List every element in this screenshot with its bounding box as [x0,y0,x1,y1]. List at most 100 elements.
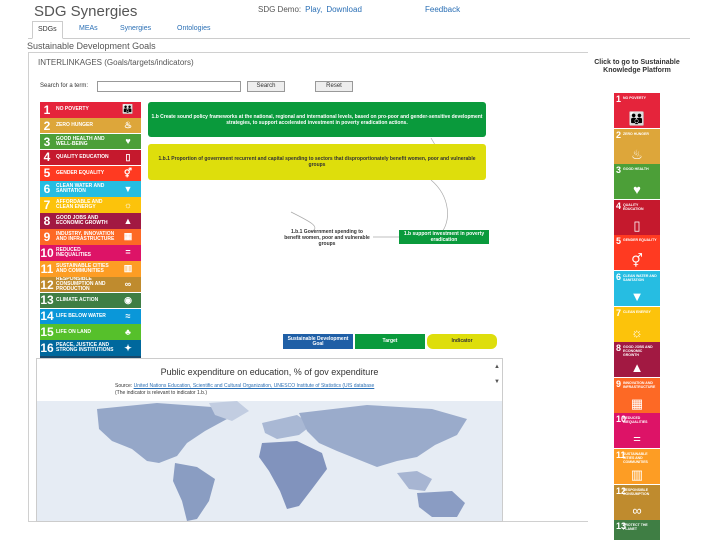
infinity-icon: ∞ [632,502,642,518]
sdg-goal-10[interactable]: 10 Reduced Inequalities = [40,245,141,261]
goal-name: Sustainable Cities and Communities [623,451,648,464]
goal-number: 9 [616,378,622,389]
water-icon: ▼ [123,183,133,194]
goal-name: Clean Energy [623,309,651,314]
scroll-up-icon[interactable]: ▲ [494,364,500,370]
platform-goal-5[interactable]: 5 Gender Equality ⚥ [614,235,660,271]
sdg-goal-1[interactable]: 1 No Poverty 👪 [40,102,141,118]
sdg-goal-2[interactable]: 2 Zero Hunger ♨ [40,117,141,134]
goal-number: 14 [40,309,54,324]
sdg-goal-14[interactable]: 14 Life Below Water ≈ [40,308,141,325]
source-link[interactable]: United Nations Education, Scientific and… [134,383,375,389]
goal-number: 12 [40,277,54,292]
goal-number: 15 [40,325,54,340]
tab-sdgs[interactable]: SDGs [32,21,63,39]
goal-number: 7 [43,198,51,213]
goal-name: Quality Education [623,202,644,211]
platform-goal-7[interactable]: 7 Clean Energy ☼ [614,306,660,342]
equal-icon: = [633,431,641,447]
platform-goal-11[interactable]: 11 Sustainable Cities and Communities ▥ [614,448,660,484]
sdg-goal-3[interactable]: 3 Good Health and Well-Being ♥ [40,133,141,150]
tab-synergies[interactable]: Synergies [115,21,156,39]
dove-icon: ✦ [124,342,132,353]
target-box[interactable]: 1.b Create sound policy frameworks at th… [148,102,486,137]
goal-number: 16 [40,341,54,356]
goal-name: Good Jobs and Economic Growth [56,215,108,227]
goal-number: 7 [616,307,622,318]
scroll-down-icon[interactable]: ▼ [494,379,500,385]
map-title: Public expenditure on education, % of go… [160,367,379,377]
tab-ontologies[interactable]: Ontologies [172,21,215,39]
feedback-link[interactable]: Feedback [425,5,460,14]
sdg-goal-16[interactable]: 16 Peace, Justice and Strong Institutions… [40,340,141,356]
goal-number: 5 [43,166,51,181]
section-title: Sustainable Development Goals [27,41,156,51]
download-link[interactable]: Download [326,5,362,14]
goal-number: 11 [40,261,54,276]
platform-goal-1[interactable]: 1 No Poverty 👪 [614,93,660,128]
sdg-goal-5[interactable]: 5 Gender Equality ⚥ [40,165,141,182]
platform-goal-3[interactable]: 3 Good Health ♥ [614,164,660,200]
goal-name: Life on Land [56,328,91,335]
people-icon: 👪 [122,104,134,115]
sdg-goal-4[interactable]: 4 Quality Education ▯ [40,149,141,166]
indicator-node[interactable]: 1.b.1 Government spending to benefit wom… [281,227,373,249]
tab-meas[interactable]: MEAs [74,21,103,39]
sun-icon: ☼ [631,324,643,340]
search-input[interactable] [97,81,241,92]
eye-icon: ◉ [124,294,132,305]
search-label: Search for a term: [40,83,89,89]
goal-name: Life Below Water [56,312,106,319]
legend-target: Target [355,334,425,349]
bowl-icon: ♨ [123,120,133,131]
sdg-goal-13[interactable]: 13 Climate Action ◉ [40,292,141,309]
goal-name: Climate Action [56,296,99,303]
goal-name: Reduced Inequalities [56,246,92,258]
platform-goal-6[interactable]: 6 Clean Water and Sanitation ▼ [614,270,660,306]
interlinkage-diagram: 1.b Create sound policy frameworks at th… [141,102,502,350]
heartbeat-icon: ♥ [125,136,131,147]
sdg-goal-8[interactable]: 8 Good Jobs and Economic Growth ▲ [40,213,141,229]
platform-goal-12[interactable]: 12 Responsible Consumption ∞ [614,484,660,520]
platform-goal-9[interactable]: 9 Innovation and Infrastructure ▦ [614,377,660,413]
demo-links: SDG Demo: Play, Download [258,5,366,14]
platform-goal-13[interactable]: 13Protect the Planet◉ [614,520,660,540]
goal-number: 8 [43,214,51,229]
target-node[interactable]: 1.b support investment in poverty eradic… [399,230,489,244]
platform-goal-4[interactable]: 4 Quality Education ▯ [614,199,660,235]
source-label: Source: [115,383,133,389]
play-link[interactable]: Play, [305,5,322,14]
map-panel: Public expenditure on education, % of go… [36,358,503,522]
sun-icon: ☼ [123,199,133,210]
goal-name: Gender Equality [623,238,657,243]
goal-name: Sustainable Cities and Communities [56,262,109,274]
goal-number: 2 [43,118,51,133]
water-icon: ▼ [630,288,644,304]
tree-icon: ♣ [125,326,131,337]
indicator-box[interactable]: 1.b.1 Proportion of government recurrent… [148,144,486,180]
goal-name: Good Jobs and Economic Growth [623,345,653,358]
equal-icon: = [125,247,131,258]
world-map[interactable] [37,401,503,522]
sdg-goal-7[interactable]: 7 Affordable and Clean Energy ☼ [40,197,141,213]
sdg-goal-12[interactable]: 12 Responsible Consumption and Production… [40,276,141,293]
platform-goal-10[interactable]: 10 Reduced Inequalities = [614,413,660,449]
goal-number: 2 [616,129,622,140]
sdg-goal-9[interactable]: 9 Industry, Innovation and Infrastructure… [40,229,141,245]
search-button[interactable]: Search [247,81,285,92]
goal-number: 10 [40,245,54,260]
sdg-goal-6[interactable]: 6 Clean Water and Sanitation ▼ [40,181,141,198]
sdg-goal-11[interactable]: 11 Sustainable Cities and Communities ▥ [40,260,141,277]
platform-goal-2[interactable]: 2 Zero Hunger ♨ [614,128,660,164]
book-icon: ▯ [125,151,131,162]
reset-button[interactable]: Reset [315,81,353,92]
gender-icon: ⚥ [631,253,643,269]
city-icon: ▥ [630,466,644,482]
city-icon: ▥ [123,263,133,274]
platform-goal-8[interactable]: 8 Good Jobs and Economic Growth ▲ [614,342,660,378]
goal-number: 3 [43,134,51,149]
goal-number: 1 [43,102,51,117]
book-icon: ▯ [633,217,641,233]
sdg-goal-15[interactable]: 15 Life on Land ♣ [40,324,141,341]
goal-name: Good Health [623,167,649,172]
